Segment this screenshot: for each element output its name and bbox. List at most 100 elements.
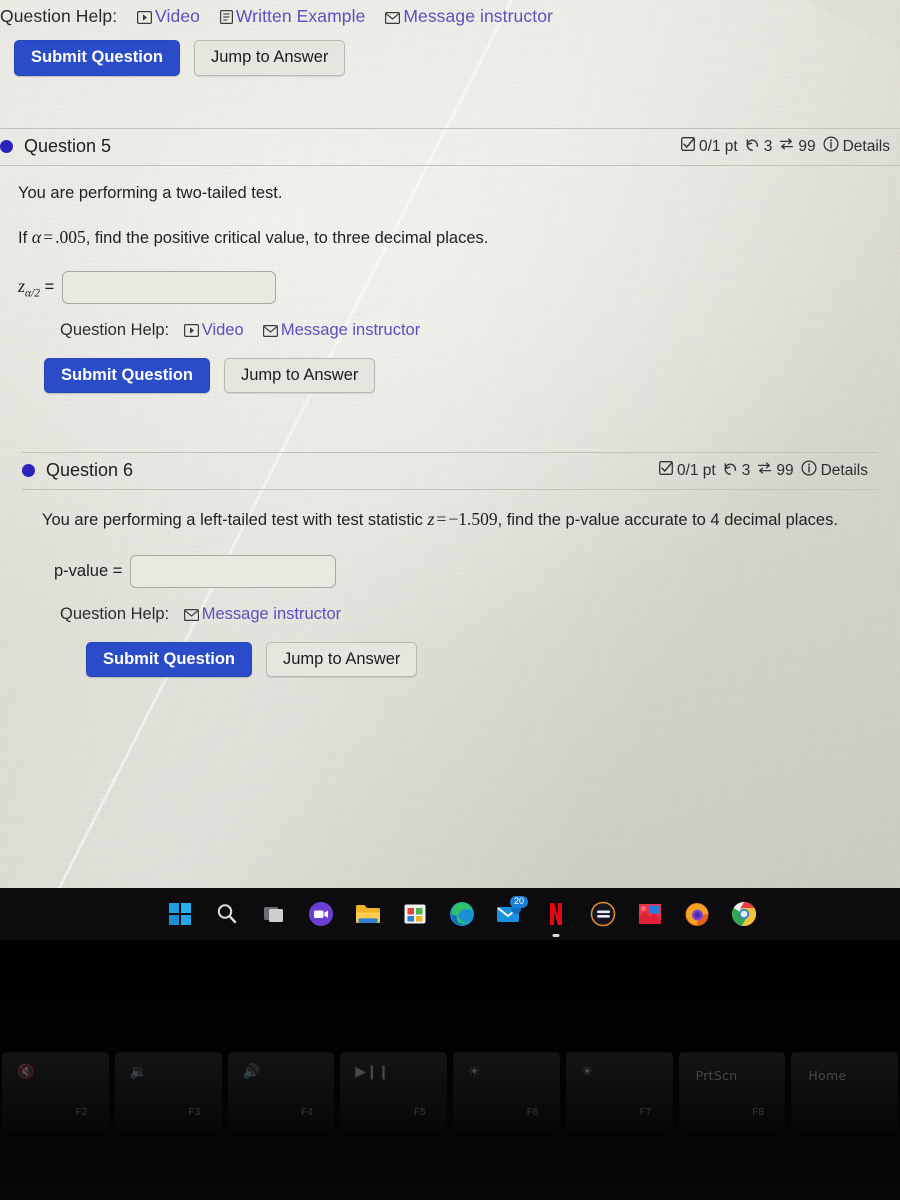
question-meta-6: 0/1 pt 3 99 Details (659, 460, 868, 481)
key-f2-label: F2 (75, 1106, 88, 1118)
key-f7-brightness-up[interactable]: ☀ F7 (565, 1052, 673, 1130)
answer-equals-5: = (44, 277, 55, 296)
dark-app-icon[interactable] (589, 900, 617, 928)
submit-question-button-5[interactable]: Submit Question (44, 357, 210, 394)
key-f3-volume-down[interactable]: 🔉 F3 (114, 1052, 222, 1130)
details-label-6[interactable]: Details (821, 462, 868, 480)
question-help-label-6: Question Help: (60, 604, 170, 623)
points-group-5: 0/1 pt (681, 137, 738, 156)
brightness-down-icon: ☀ (467, 1063, 481, 1080)
critical-value-input[interactable] (62, 270, 277, 304)
retries-value-5: 99 (798, 137, 816, 155)
question-prompt-line1-5: You are performing a two-tailed test. (18, 184, 283, 202)
edge-icon[interactable] (448, 900, 476, 928)
file-explorer-icon[interactable] (354, 900, 382, 928)
question-help-label-5: Question Help: (60, 320, 170, 339)
attempts-value-6: 3 (741, 461, 751, 479)
mail-icon[interactable]: 20 (495, 896, 528, 928)
key-f2-mute[interactable]: 🔇 F2 (2, 1052, 109, 1130)
attempts-group-5: 3 (745, 137, 772, 157)
teams-camera-icon[interactable] (307, 900, 335, 928)
question-actions-6: Submit Question Jump to Answer (42, 641, 868, 678)
question-prompt-6: You are performing a left-tailed test wi… (42, 506, 854, 533)
document-icon (219, 8, 233, 29)
undo-arrow-icon (745, 137, 760, 157)
info-icon (801, 460, 817, 481)
details-group-5[interactable]: Details (823, 136, 890, 157)
key-f4-label: F4 (301, 1106, 313, 1118)
answer-label-5: zα/2 = (18, 276, 54, 299)
photos-icon[interactable] (636, 900, 664, 928)
attempts-group-6: 3 (723, 461, 751, 481)
jump-to-answer-button-top[interactable]: Jump to Answer (194, 40, 346, 76)
mail-running-indicator (552, 934, 560, 937)
chrome-icon[interactable] (730, 900, 758, 928)
retries-group-5: 99 (779, 137, 816, 156)
question-block-6: Question 6 0/1 pt 3 99 Details You are p… (22, 452, 878, 678)
alpha-value-5: .005 (55, 226, 86, 247)
z-symbol-6: z (427, 509, 435, 529)
key-f3-label: F3 (188, 1106, 201, 1118)
laptop-photo-scene: Question Help: Video Written Example Mes… (0, 0, 900, 1200)
points-value-6: 0/1 pt (676, 461, 716, 479)
submit-question-button-top[interactable]: Submit Question (14, 40, 180, 76)
key-f5-play-pause[interactable]: ▶❙❙ F5 (340, 1052, 447, 1130)
key-f8-print-screen[interactable]: PrtScn F8 (678, 1052, 786, 1130)
message-instructor-link-top[interactable]: Message instructor (403, 6, 553, 26)
video-link-5[interactable]: Video (202, 321, 244, 339)
mute-icon: 🔇 (16, 1063, 35, 1080)
jump-to-answer-button-5[interactable]: Jump to Answer (224, 357, 376, 394)
laptop-body: 🔇 F2 🔉 F3 🔊 F4 ▶❙❙ F5 ☀ F6 ☀ F7 PrtScn F… (0, 940, 900, 1200)
submit-question-button-6[interactable]: Submit Question (86, 641, 252, 678)
prompt-post-5: , find the positive critical value, to t… (85, 228, 489, 247)
equals-symbol-5: = (43, 226, 54, 247)
question-help-label-top: Question Help: (0, 6, 118, 26)
key-f8-label: F8 (752, 1106, 764, 1118)
message-instructor-link-5[interactable]: Message instructor (281, 321, 420, 339)
points-group-6: 0/1 pt (659, 461, 716, 480)
task-view-icon[interactable] (260, 900, 288, 928)
volume-down-icon: 🔉 (129, 1063, 148, 1080)
retries-group-6: 99 (757, 461, 794, 480)
prompt-post-6: , find the p-value accurate to 4 decimal… (497, 511, 838, 529)
question-help-row-top: Question Help: Video Written Example Mes… (0, 6, 640, 29)
start-icon[interactable] (166, 900, 194, 928)
answer-label-6: p-value = (54, 561, 123, 580)
search-icon[interactable] (213, 900, 241, 928)
details-label-5[interactable]: Details (843, 138, 890, 156)
question-status-bullet-6 (22, 464, 35, 477)
written-example-link-top[interactable]: Written Example (236, 6, 366, 26)
windows-taskbar: 20 (0, 888, 900, 940)
key-f6-brightness-down[interactable]: ☀ F6 (453, 1052, 560, 1130)
question-header-5: Question 5 0/1 pt 3 99 Details (0, 128, 900, 166)
prompt-pre-6: You are performing a left-tailed test wi… (42, 511, 428, 529)
volume-up-icon: 🔊 (242, 1063, 260, 1080)
alpha-symbol-5: α (31, 226, 42, 247)
question-actions-top: Submit Question Jump to Answer (14, 40, 346, 76)
details-group-6[interactable]: Details (801, 460, 868, 481)
envelope-icon (183, 607, 199, 626)
answer-row-6: p-value = (42, 554, 868, 588)
video-icon (137, 8, 153, 29)
message-instructor-link-6[interactable]: Message instructor (202, 605, 341, 623)
question-actions-5: Submit Question Jump to Answer (18, 357, 900, 394)
p-value-input[interactable] (130, 554, 337, 588)
key-home[interactable]: Home (791, 1052, 898, 1130)
question-help-row-6: Question Help: Message instructor (42, 605, 868, 626)
netflix-icon[interactable] (542, 900, 570, 937)
video-icon (183, 323, 199, 342)
question-block-5: Question 5 0/1 pt 3 99 Details You are p… (0, 128, 900, 394)
key-f5-label: F5 (413, 1106, 426, 1118)
jump-to-answer-button-6[interactable]: Jump to Answer (266, 641, 418, 678)
swap-arrows-icon (757, 461, 772, 480)
firefox-icon[interactable] (683, 900, 711, 928)
video-link-top[interactable]: Video (155, 6, 200, 26)
microsoft-store-icon[interactable] (401, 900, 429, 928)
swap-arrows-icon (779, 137, 794, 156)
home-key-label: Home (808, 1068, 847, 1084)
checkbox-icon (681, 137, 695, 156)
key-f4-volume-up[interactable]: 🔊 F4 (227, 1052, 335, 1130)
undo-arrow-icon (723, 461, 738, 481)
mail-badge: 20 (509, 896, 528, 908)
envelope-icon (262, 323, 278, 342)
